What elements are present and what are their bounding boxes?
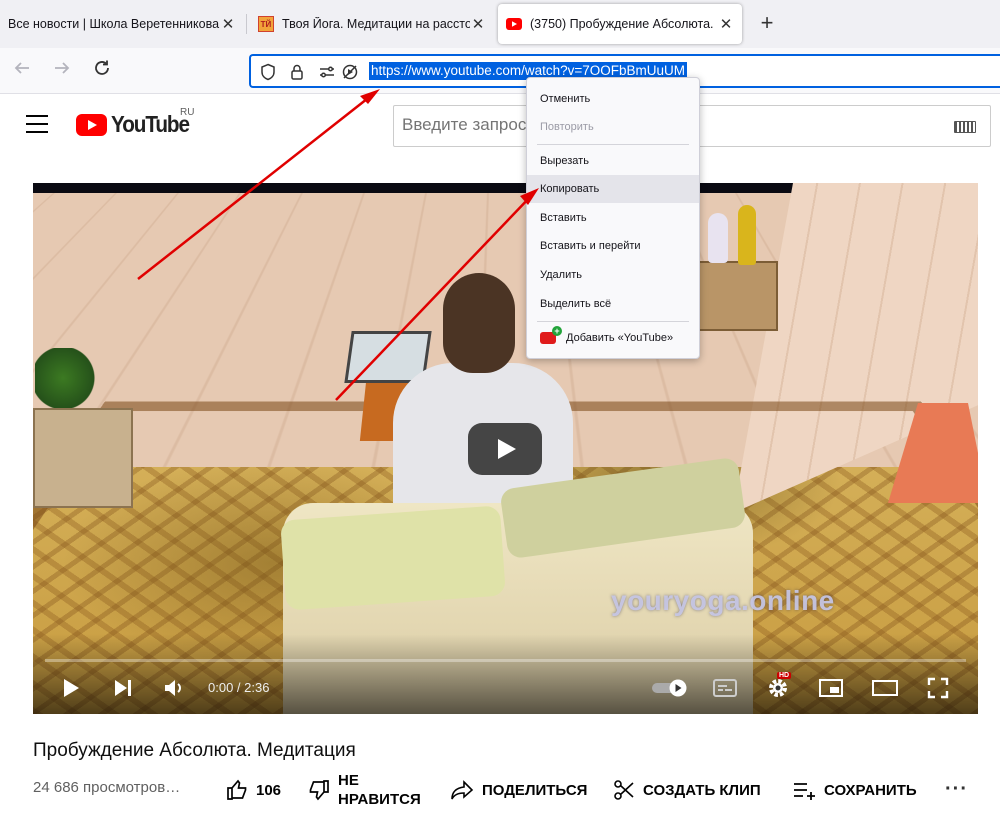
youtube-header: YouTube RU: [0, 95, 1000, 155]
tab-separator: [246, 14, 247, 34]
shield-icon[interactable]: [259, 63, 277, 81]
tab-title: (3750) Пробуждение Абсолюта. Ме: [530, 17, 718, 31]
view-count[interactable]: 24 686 просмотров…: [33, 779, 180, 796]
dislike-label: НЕ НРАВИТСЯ: [338, 772, 421, 808]
thumbs-down-icon: [309, 780, 329, 801]
browser-tab-yoga[interactable]: ТЙ Твоя Йога. Медитации на расстоянии ✕: [252, 4, 492, 44]
country-code: RU: [180, 107, 195, 118]
youtube-add-engine-icon: [540, 326, 562, 344]
scene-cabinet-left: [33, 408, 133, 508]
new-tab-plus-icon[interactable]: +: [754, 10, 780, 36]
tab-title: Твоя Йога. Медитации на расстоянии: [282, 17, 470, 31]
share-button[interactable]: ПОДЕЛИТЬСЯ: [450, 772, 587, 808]
video-watermark: youryoga.online: [611, 585, 835, 616]
menu-item-redo[interactable]: Повторить: [527, 113, 699, 141]
save-button[interactable]: СОХРАНИТЬ: [792, 772, 917, 808]
theater-mode-icon[interactable]: [871, 674, 899, 702]
menu-item-copy[interactable]: Копировать: [527, 175, 699, 203]
clip-label: СОЗДАТЬ КЛИП: [643, 781, 761, 799]
browser-tab-news[interactable]: Все новости | Школа Веретенникова. Ма ✕: [0, 4, 242, 44]
yoga-favicon-icon: ТЙ: [258, 16, 274, 32]
lock-icon[interactable]: [288, 63, 306, 81]
hd-badge: HD: [777, 672, 792, 679]
menu-separator: [537, 321, 689, 322]
next-video-icon[interactable]: [111, 674, 135, 702]
scene-plant: [35, 348, 105, 408]
youtube-favicon-icon: [506, 16, 522, 32]
share-label: ПОДЕЛИТЬСЯ: [482, 781, 588, 799]
scissors-icon: [614, 780, 634, 800]
scene-vase: [708, 213, 728, 263]
youtube-logo[interactable]: YouTube RU: [76, 107, 198, 138]
menu-item-cut[interactable]: Вырезать: [527, 147, 699, 175]
clip-button[interactable]: СОЗДАТЬ КЛИП: [613, 772, 761, 808]
menu-item-undo[interactable]: Отменить: [527, 85, 699, 113]
fullscreen-icon[interactable]: [925, 674, 951, 702]
save-label: СОХРАНИТЬ: [824, 781, 917, 799]
scene-buddha-statue: [738, 205, 756, 265]
video-progress-bar[interactable]: [45, 659, 966, 662]
thumbs-up-icon: [227, 779, 247, 800]
youtube-logo-text: YouTube: [111, 111, 190, 137]
menu-item-label: Добавить «YouTube»: [566, 332, 674, 344]
context-menu: Отменить Повторить Вырезать Копировать В…: [526, 77, 700, 359]
permissions-icon[interactable]: [318, 63, 336, 81]
autoplay-toggle[interactable]: [650, 674, 690, 702]
volume-icon[interactable]: [161, 674, 187, 702]
video-timecode: 0:00 / 2:36: [208, 680, 270, 695]
autoplay-blocked-icon[interactable]: [341, 63, 359, 81]
keyboard-icon[interactable]: [954, 121, 976, 133]
big-play-button[interactable]: [468, 423, 542, 475]
menu-item-select-all[interactable]: Выделить всё: [527, 290, 699, 318]
tab-title: Все новости | Школа Веретенникова. Ма: [8, 17, 220, 31]
settings-gear-icon[interactable]: HD: [765, 672, 792, 702]
browser-tab-strip: Все новости | Школа Веретенникова. Ма ✕ …: [0, 0, 1000, 48]
video-player[interactable]: youryoga.online 0:00 / 2:36 HD: [33, 183, 978, 714]
more-actions-icon[interactable]: ···: [945, 778, 968, 801]
scene-cabinet-right: [698, 261, 778, 331]
subtitles-icon[interactable]: [712, 674, 738, 702]
back-arrow-icon[interactable]: [10, 59, 34, 83]
youtube-play-logo-icon: [76, 113, 107, 136]
menu-item-delete[interactable]: Удалить: [527, 261, 699, 289]
close-tab-icon[interactable]: ✕: [470, 15, 486, 33]
add-to-playlist-icon: [794, 783, 815, 800]
dislike-button[interactable]: НЕ НРАВИТСЯ: [308, 772, 428, 808]
browser-tab-youtube-active[interactable]: (3750) Пробуждение Абсолюта. Ме ✕: [498, 4, 742, 44]
menu-item-add-search-engine[interactable]: Добавить «YouTube»: [527, 324, 699, 352]
close-tab-icon[interactable]: ✕: [718, 15, 734, 33]
miniplayer-icon[interactable]: [817, 674, 845, 702]
like-count: 106: [256, 781, 282, 799]
play-icon[interactable]: [59, 674, 83, 702]
browser-nav-bar: https://www.youtube.com/watch?v=7OOFbBmU…: [0, 48, 1000, 94]
reload-icon[interactable]: [90, 59, 114, 83]
menu-item-paste[interactable]: Вставить: [527, 204, 699, 232]
video-title: Пробуждение Абсолюта. Медитация: [33, 740, 356, 761]
scene-person-head: [443, 273, 515, 373]
scene-pillow: [280, 505, 506, 611]
like-button[interactable]: 106: [226, 772, 281, 808]
menu-item-paste-and-go[interactable]: Вставить и перейти: [527, 232, 699, 260]
close-tab-icon[interactable]: ✕: [220, 15, 236, 33]
hamburger-menu-icon[interactable]: [26, 115, 48, 133]
menu-separator: [537, 144, 689, 145]
share-arrow-icon: [451, 780, 474, 800]
forward-arrow-icon[interactable]: [50, 59, 74, 83]
